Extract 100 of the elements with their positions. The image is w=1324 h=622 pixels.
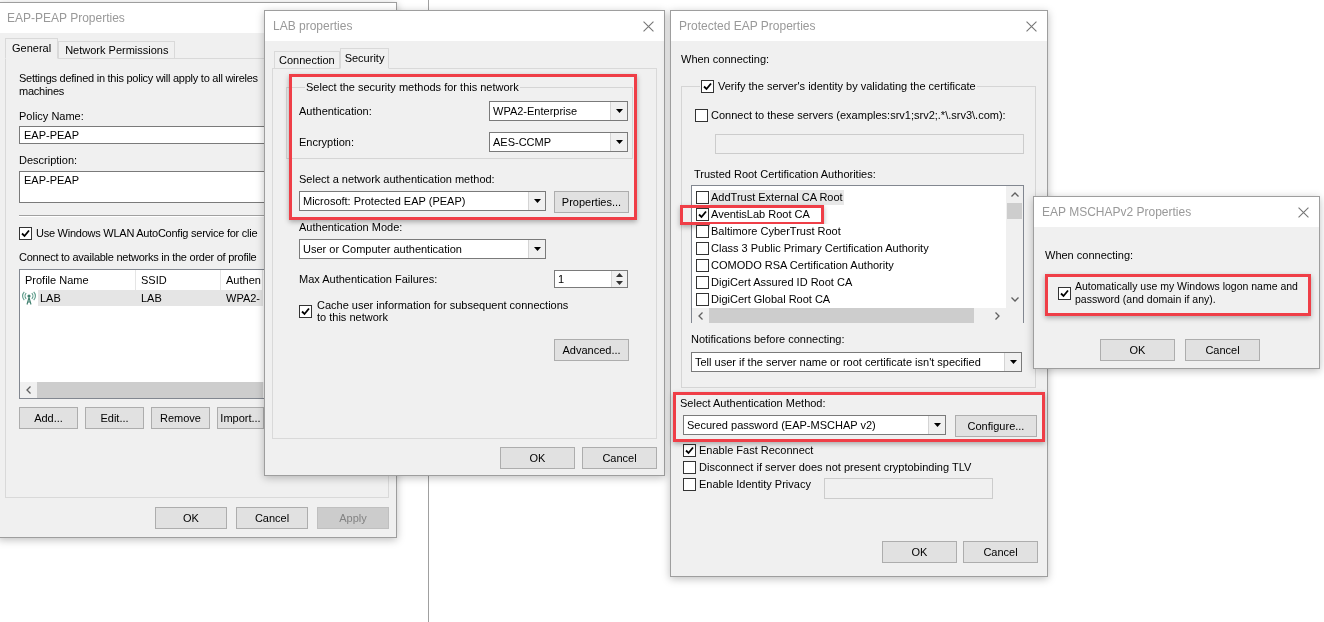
group-label: Select the security methods for this network bbox=[305, 81, 520, 94]
dropdown-button[interactable] bbox=[610, 102, 627, 120]
checkbox[interactable] bbox=[683, 444, 696, 457]
horizontal-scrollbar[interactable] bbox=[692, 308, 1006, 323]
checkbox-label: Enable Identity Privacy bbox=[699, 478, 811, 491]
checkbox[interactable] bbox=[299, 304, 312, 318]
window-title: EAP MSCHAPv2 Properties bbox=[1042, 205, 1192, 219]
dropdown-button[interactable] bbox=[928, 416, 945, 434]
certificate-label[interactable]: Class 3 Public Primary Certification Authority bbox=[710, 241, 930, 256]
tab[interactable]: Network Permissions bbox=[58, 41, 176, 59]
tab[interactable]: Connection bbox=[274, 51, 340, 69]
dropdown-button[interactable] bbox=[528, 192, 545, 210]
checkbox[interactable] bbox=[19, 227, 32, 240]
dropdown-button[interactable] bbox=[528, 240, 545, 258]
section-heading: When connecting: bbox=[681, 53, 770, 66]
configure-button[interactable]: Configure... bbox=[955, 415, 1037, 437]
antenna-icon bbox=[22, 291, 36, 305]
cancel-button[interactable]: Cancel bbox=[582, 447, 657, 469]
section-heading: When connecting: bbox=[1045, 249, 1134, 262]
spin-buttons[interactable] bbox=[611, 271, 627, 287]
checkbox-label: Enable Fast Reconnect bbox=[699, 444, 814, 457]
chevron-up-icon[interactable] bbox=[1010, 192, 1019, 197]
checkbox[interactable] bbox=[696, 225, 709, 238]
ok-button[interactable]: OK bbox=[500, 447, 575, 469]
checkbox[interactable] bbox=[683, 478, 696, 491]
certificate-label[interactable]: DigiCert Assured ID Root CA bbox=[710, 275, 854, 290]
field-label: Policy Name: bbox=[19, 110, 84, 123]
caret-up-icon[interactable] bbox=[616, 273, 623, 277]
checkbox[interactable] bbox=[701, 80, 714, 93]
add-button[interactable]: Add... bbox=[19, 407, 78, 429]
window-title: Protected EAP Properties bbox=[679, 19, 816, 33]
field-label: Authentication Mode: bbox=[299, 221, 403, 234]
scrollbar-thumb[interactable] bbox=[37, 382, 263, 398]
table-cell: LAB bbox=[141, 291, 162, 305]
cancel-button[interactable]: Cancel bbox=[236, 507, 308, 529]
dropdown[interactable]: User or Computer authentication bbox=[299, 239, 546, 259]
tab[interactable]: General bbox=[5, 38, 59, 59]
checkbox[interactable] bbox=[683, 461, 696, 474]
certificate-label[interactable]: COMODO RSA Certification Authority bbox=[710, 258, 895, 273]
checkbox[interactable] bbox=[696, 276, 709, 289]
number-field[interactable]: 1 bbox=[554, 270, 628, 288]
dropdown-button[interactable] bbox=[1004, 353, 1021, 371]
checkbox[interactable] bbox=[696, 191, 709, 204]
chevron-down-icon[interactable] bbox=[1010, 297, 1019, 302]
dropdown[interactable]: AES-CCMP bbox=[489, 132, 628, 152]
close-icon[interactable] bbox=[1026, 20, 1037, 32]
table-cell: LAB bbox=[40, 291, 61, 305]
caret-icon bbox=[933, 423, 941, 427]
dropdown[interactable]: WPA2-Enterprise bbox=[489, 101, 628, 121]
field-label: Description: bbox=[19, 154, 78, 167]
scrollbar-thumb[interactable] bbox=[709, 308, 974, 323]
checkbox-label: Automatically use my Windows logon name and password (and domain if any). bbox=[1075, 280, 1299, 306]
ok-button[interactable]: OK bbox=[155, 507, 227, 529]
checkbox[interactable] bbox=[696, 242, 709, 255]
close-icon[interactable] bbox=[1298, 206, 1309, 218]
caret-icon bbox=[533, 247, 541, 251]
chevron-left-icon[interactable] bbox=[698, 311, 703, 320]
checkbox[interactable] bbox=[696, 293, 709, 306]
checkbox[interactable] bbox=[696, 259, 709, 272]
policy-note: Settings defined in this policy will apply to all wireles machines bbox=[19, 72, 258, 98]
dropdown-button[interactable] bbox=[610, 133, 627, 151]
vertical-scrollbar[interactable] bbox=[1006, 186, 1023, 308]
dropdown[interactable]: Microsoft: Protected EAP (PEAP) bbox=[299, 191, 546, 211]
properties-button[interactable]: Properties... bbox=[554, 191, 629, 213]
checkbox[interactable] bbox=[696, 208, 709, 221]
chevron-right-icon[interactable] bbox=[995, 311, 1000, 320]
certificate-label[interactable]: DigiCert Global Root CA bbox=[710, 292, 832, 307]
chevron-left-icon[interactable] bbox=[26, 386, 31, 394]
ok-button[interactable]: OK bbox=[1100, 339, 1175, 361]
caret-icon bbox=[533, 199, 541, 203]
field-label: Notifications before connecting: bbox=[691, 333, 846, 346]
advanced-button[interactable]: Advanced... bbox=[554, 339, 629, 361]
checkbox-label: Disconnect if server does not present cryptobinding TLV bbox=[699, 461, 972, 474]
certificate-label[interactable]: AddTrust External CA Root bbox=[710, 190, 844, 205]
dropdown[interactable]: Tell user if the server name or root certificate isn't specified bbox=[691, 352, 1022, 372]
dropdown[interactable]: Secured password (EAP-MSCHAP v2) bbox=[683, 415, 946, 435]
window-title: LAB properties bbox=[273, 19, 353, 33]
cancel-button[interactable]: Cancel bbox=[1185, 339, 1260, 361]
text-field[interactable] bbox=[715, 134, 1024, 154]
checkbox-label: Connect to these servers (examples:srv1;srv2;.*\.srv3\.com): bbox=[711, 109, 1006, 122]
tab[interactable]: Security bbox=[339, 48, 390, 69]
ok-button[interactable]: OK bbox=[882, 541, 957, 563]
text-field[interactable] bbox=[824, 478, 993, 499]
certificate-label[interactable]: Baltimore CyberTrust Root bbox=[710, 224, 842, 239]
close-icon[interactable] bbox=[643, 20, 654, 32]
window-title: EAP-PEAP Properties bbox=[7, 11, 125, 25]
caret-down-icon[interactable] bbox=[616, 281, 623, 285]
caret-icon bbox=[615, 140, 623, 144]
edit-button[interactable]: Edit... bbox=[85, 407, 144, 429]
checkbox[interactable] bbox=[1058, 286, 1071, 300]
scrollbar-thumb[interactable] bbox=[1007, 203, 1022, 219]
field-label: Authentication: bbox=[299, 104, 372, 118]
cancel-button[interactable]: Cancel bbox=[963, 541, 1038, 563]
checkbox[interactable] bbox=[695, 109, 708, 122]
table-row[interactable]: LAB LAB WPA2- bbox=[38, 290, 263, 306]
import-button[interactable]: Import... bbox=[217, 407, 264, 429]
remove-button[interactable]: Remove bbox=[151, 407, 210, 429]
field-label: Trusted Root Certification Authorities: bbox=[694, 168, 877, 181]
field-label: Max Authentication Failures: bbox=[299, 272, 438, 286]
caret-icon bbox=[615, 109, 623, 113]
